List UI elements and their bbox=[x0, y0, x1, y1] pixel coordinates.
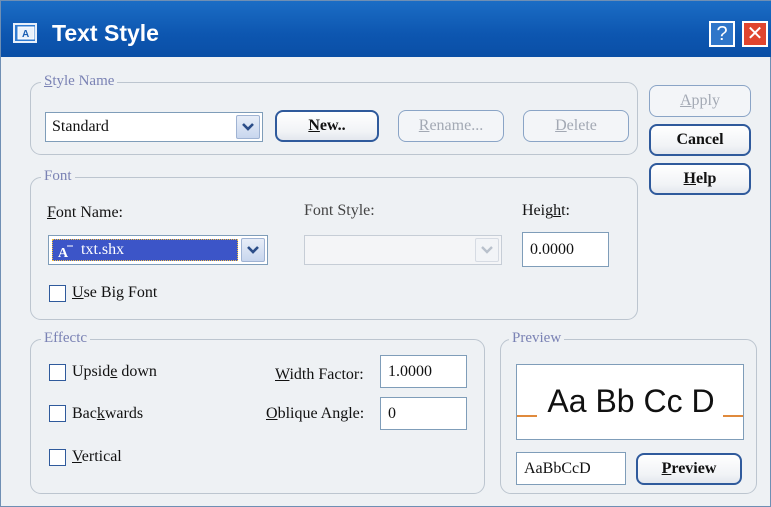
text-style-app-icon: A bbox=[13, 23, 37, 43]
chevron-down-icon[interactable] bbox=[236, 115, 260, 139]
preview-baseline-right bbox=[723, 415, 743, 417]
svg-text:A: A bbox=[22, 29, 29, 40]
preview-sample-text: Aa Bb Cc D bbox=[547, 383, 715, 419]
cancel-button[interactable]: Cancel bbox=[649, 124, 751, 156]
style-name-select[interactable]: Standard bbox=[45, 112, 263, 142]
chevron-down-icon[interactable] bbox=[475, 238, 499, 262]
preview-text-input[interactable]: AaBbCcD bbox=[516, 452, 626, 485]
delete-style-button[interactable]: Delete bbox=[523, 110, 629, 142]
use-big-font-checkbox[interactable] bbox=[49, 285, 66, 302]
rename-style-button[interactable]: Rename... bbox=[398, 110, 504, 142]
font-name-selection bbox=[52, 239, 238, 261]
new-style-button[interactable]: New.. bbox=[275, 110, 379, 142]
height-label: Height: bbox=[522, 202, 570, 219]
oblique-angle-label: Oblique Angle: bbox=[266, 405, 365, 422]
font-style-select[interactable] bbox=[304, 235, 502, 265]
window-title: Text Style bbox=[52, 20, 159, 46]
width-factor-label: Width Factor: bbox=[275, 366, 364, 383]
style-name-value: Standard bbox=[52, 118, 109, 135]
upside-down-label: Upside down bbox=[72, 363, 157, 380]
svg-text:A: A bbox=[58, 246, 69, 260]
shx-font-icon: A bbox=[57, 242, 75, 265]
help-icon[interactable]: ? bbox=[709, 21, 735, 47]
font-legend: Font bbox=[41, 168, 75, 185]
apply-button[interactable]: Apply bbox=[649, 85, 751, 117]
use-big-font-label: Use Big Font bbox=[72, 284, 158, 301]
vertical-checkbox[interactable] bbox=[49, 449, 66, 466]
title-bar[interactable]: A Text Style ? ✕ bbox=[1, 1, 771, 57]
upside-down-checkbox[interactable] bbox=[49, 364, 66, 381]
help-button[interactable]: Help bbox=[649, 163, 751, 195]
close-icon[interactable]: ✕ bbox=[742, 21, 768, 47]
width-factor-input[interactable]: 1.0000 bbox=[380, 355, 467, 388]
text-style-dialog: A Text Style ? ✕ Style Name Standard New… bbox=[0, 0, 771, 507]
chevron-down-icon[interactable] bbox=[241, 238, 265, 262]
font-name-select[interactable]: A txt.shx bbox=[48, 235, 268, 265]
preview-legend: Preview bbox=[509, 330, 565, 347]
font-name-value: txt.shx bbox=[81, 241, 125, 258]
height-input[interactable]: 0.0000 bbox=[522, 232, 609, 267]
backwards-label: Backwards bbox=[72, 405, 144, 422]
oblique-angle-input[interactable]: 0 bbox=[380, 397, 467, 430]
style-name-legend: Style Name bbox=[41, 73, 118, 90]
effects-legend: Effectc bbox=[41, 330, 91, 347]
font-name-label: Font Name: bbox=[47, 204, 123, 221]
font-style-label: Font Style: bbox=[304, 202, 375, 219]
backwards-checkbox[interactable] bbox=[49, 405, 66, 422]
vertical-label: Vertical bbox=[72, 448, 122, 465]
preview-canvas: Aa Bb Cc D bbox=[516, 364, 744, 440]
preview-button[interactable]: Preview bbox=[636, 453, 742, 485]
